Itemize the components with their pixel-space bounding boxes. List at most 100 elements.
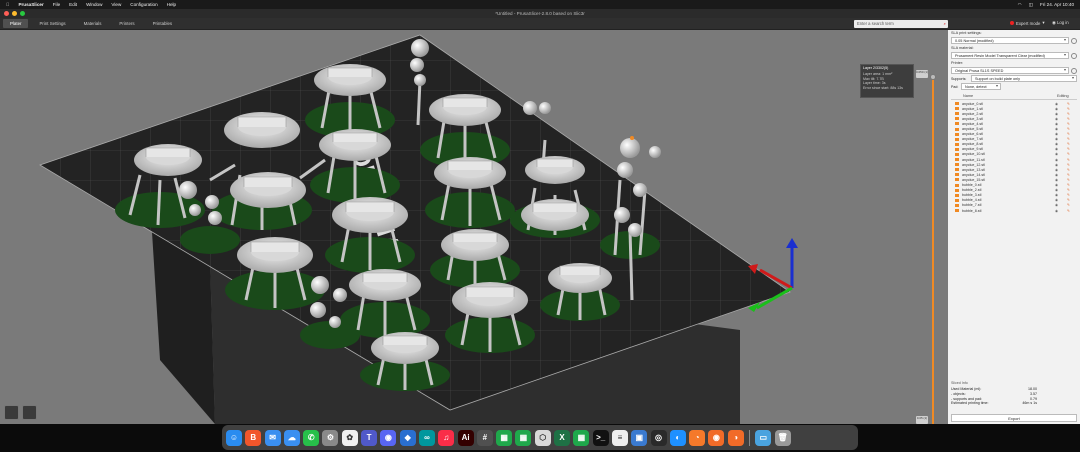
edit-icon[interactable]: ✎ xyxy=(1067,173,1077,177)
edit-icon[interactable]: ✎ xyxy=(1067,188,1077,192)
tab-materials[interactable]: Materials xyxy=(77,19,109,28)
edit-icon[interactable]: ✎ xyxy=(1067,112,1077,116)
eye-icon[interactable]: ◉ xyxy=(1055,163,1067,167)
list-item[interactable]: anyclue_10.stl ◉ ✎ xyxy=(951,152,1077,157)
eye-icon[interactable]: ◉ xyxy=(1055,209,1067,213)
calculator-icon[interactable]: # xyxy=(476,429,493,446)
sheets-icon[interactable]: ▦ xyxy=(515,429,532,446)
tab-printers[interactable]: Printers xyxy=(112,19,141,28)
gear-icon[interactable] xyxy=(1071,52,1077,59)
wifi-icon[interactable]: ◠ xyxy=(1018,2,1022,8)
list-item[interactable]: anyclue_4.stl ◉ ✎ xyxy=(951,121,1077,126)
list-item[interactable]: bubble_7.stl ◉ ✎ xyxy=(951,203,1077,208)
layer-slider[interactable]: 0.050 (1) 0.05 (1) xyxy=(916,70,936,424)
edit-icon[interactable]: ✎ xyxy=(1067,183,1077,187)
edit-icon[interactable]: ✎ xyxy=(1067,178,1077,182)
zoom-window-button[interactable] xyxy=(20,11,25,16)
minimize-window-button[interactable] xyxy=(12,11,17,16)
menu-view[interactable]: View xyxy=(111,2,121,7)
clock[interactable]: Fri 24. Apr 10:40 xyxy=(1040,2,1074,7)
list-item[interactable]: anyclue_14.stl ◉ ✎ xyxy=(951,172,1077,177)
excel-icon[interactable]: X xyxy=(554,429,571,446)
pad-combo[interactable]: None, detect xyxy=(961,83,1001,90)
eye-icon[interactable]: ◉ xyxy=(1055,198,1067,202)
teams-icon[interactable]: T xyxy=(361,429,378,446)
sla-print-combo[interactable]: 0.05 Normal (modified) xyxy=(951,37,1069,44)
list-item[interactable]: bubble_0.stl ◉ ✎ xyxy=(951,183,1077,188)
list-item[interactable]: anyclue_9.stl ◉ ✎ xyxy=(951,147,1077,152)
preview-layers-icon[interactable] xyxy=(22,405,37,420)
whatsapp-icon[interactable]: ✆ xyxy=(303,429,320,446)
eye-icon[interactable]: ◉ xyxy=(1055,203,1067,207)
safari-icon[interactable]: ◐ xyxy=(669,429,686,446)
edit-icon[interactable]: ✎ xyxy=(1067,142,1077,146)
list-item[interactable]: anyclue_11.stl ◉ ✎ xyxy=(951,157,1077,162)
music-icon[interactable]: ♫ xyxy=(438,429,455,446)
menu-edit[interactable]: Edit xyxy=(69,2,77,7)
edit-icon[interactable]: ✎ xyxy=(1067,209,1077,213)
eye-icon[interactable]: ◉ xyxy=(1055,137,1067,141)
prusaslicer-icon[interactable]: ◆ xyxy=(399,429,416,446)
list-item[interactable]: anyclue_13.stl ◉ ✎ xyxy=(951,167,1077,172)
blender-icon[interactable]: ◔ xyxy=(689,429,706,446)
edit-icon[interactable]: ✎ xyxy=(1067,193,1077,197)
preview-icon[interactable]: ▣ xyxy=(631,429,648,446)
box-icon[interactable]: ⬡ xyxy=(534,429,551,446)
edit-icon[interactable]: ✎ xyxy=(1067,198,1077,202)
finder-icon[interactable]: ☺ xyxy=(226,429,242,446)
login-button[interactable]: ◉ Log in xyxy=(1052,20,1069,26)
apple-icon[interactable]:  xyxy=(6,2,9,7)
eye-icon[interactable]: ◉ xyxy=(1055,132,1067,136)
menu-file[interactable]: File xyxy=(53,2,60,7)
gear-icon[interactable] xyxy=(1071,67,1077,74)
settings-icon[interactable]: ⚙ xyxy=(322,429,339,446)
eye-icon[interactable]: ◉ xyxy=(1055,142,1067,146)
list-item[interactable]: anyclue_6.stl ◉ ✎ xyxy=(951,132,1077,137)
menu-configuration[interactable]: Configuration xyxy=(130,2,157,7)
eye-icon[interactable]: ◉ xyxy=(1055,122,1067,126)
object-list[interactable]: anyclue_0.stl ◉ ✎ anyclue_1.stl ◉ ✎ anyclue_2.… xyxy=(951,101,1077,213)
edit-icon[interactable]: ✎ xyxy=(1067,137,1077,141)
list-item[interactable]: anyclue_15.stl ◉ ✎ xyxy=(951,177,1077,182)
discord-icon[interactable]: ◉ xyxy=(380,429,397,446)
trash-icon[interactable]: 🗑 xyxy=(774,429,791,446)
edit-icon[interactable]: ✎ xyxy=(1067,102,1077,106)
numbers-icon[interactable]: ▦ xyxy=(496,429,513,446)
brave-icon[interactable]: B xyxy=(245,429,262,446)
edit-icon[interactable]: ✎ xyxy=(1067,127,1077,131)
edit-icon[interactable]: ✎ xyxy=(1067,147,1077,151)
edit-icon[interactable]: ✎ xyxy=(1067,132,1077,136)
illustrator-icon[interactable]: Ai xyxy=(457,429,474,446)
eye-icon[interactable]: ◉ xyxy=(1055,158,1067,162)
list-item[interactable]: anyclue_1.stl ◉ ✎ xyxy=(951,106,1077,111)
eye-icon[interactable]: ◉ xyxy=(1055,188,1067,192)
edit-icon[interactable]: ✎ xyxy=(1067,158,1077,162)
menu-app-name[interactable]: PrusaSlicer xyxy=(18,2,43,7)
gear-icon[interactable] xyxy=(1071,37,1077,44)
edit-icon[interactable]: ✎ xyxy=(1067,107,1077,111)
messages-icon[interactable]: ☁ xyxy=(283,429,300,446)
edit-icon[interactable]: ✎ xyxy=(1067,203,1077,207)
search-input[interactable]: Enter a search term ⌕ xyxy=(854,20,948,28)
list-item[interactable]: anyclue_2.stl ◉ ✎ xyxy=(951,111,1077,116)
spreadsheet-icon[interactable]: ▦ xyxy=(573,429,590,446)
mode-selector[interactable]: Expert mode ▾ xyxy=(1010,20,1045,26)
edit-icon[interactable]: ✎ xyxy=(1067,152,1077,156)
3d-view-icon[interactable] xyxy=(4,405,19,420)
close-window-button[interactable] xyxy=(4,11,9,16)
list-item[interactable]: anyclue_0.stl ◉ ✎ xyxy=(951,101,1077,106)
eye-icon[interactable]: ◉ xyxy=(1055,183,1067,187)
list-item[interactable]: anyclue_3.stl ◉ ✎ xyxy=(951,116,1077,121)
list-item[interactable]: anyclue_7.stl ◉ ✎ xyxy=(951,137,1077,142)
eye-icon[interactable]: ◉ xyxy=(1055,152,1067,156)
menu-help[interactable]: Help xyxy=(167,2,176,7)
list-item[interactable]: bubble_3.stl ◉ ✎ xyxy=(951,193,1077,198)
list-item[interactable]: anyclue_12.stl ◉ ✎ xyxy=(951,162,1077,167)
eye-icon[interactable]: ◉ xyxy=(1055,178,1067,182)
edit-icon[interactable]: ✎ xyxy=(1067,163,1077,167)
eye-icon[interactable]: ◉ xyxy=(1055,127,1067,131)
list-item[interactable]: anyclue_8.stl ◉ ✎ xyxy=(951,142,1077,147)
list-item[interactable]: bubble_2.stl ◉ ✎ xyxy=(951,188,1077,193)
folder-icon[interactable]: ▭ xyxy=(755,429,772,446)
cura-icon[interactable]: ◑ xyxy=(727,429,744,446)
